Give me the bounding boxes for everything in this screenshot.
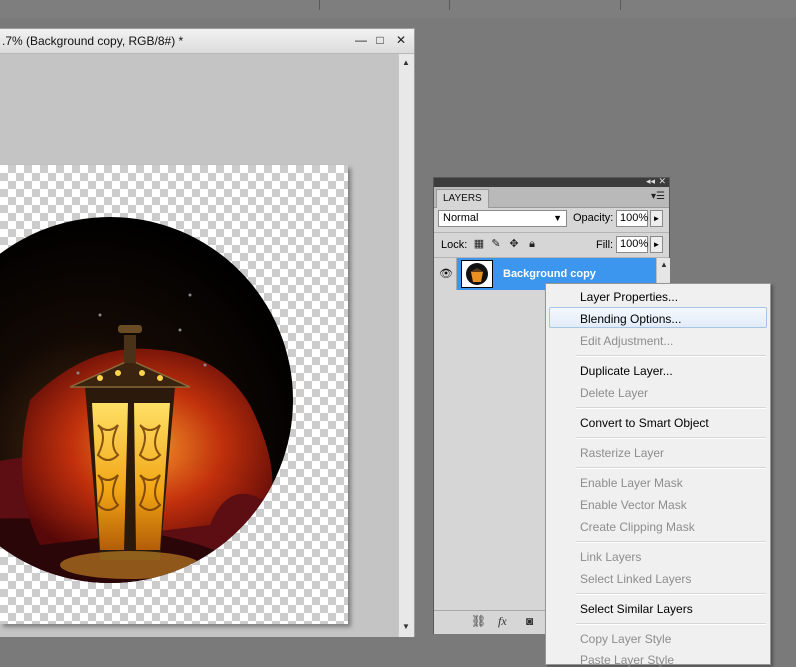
layer-mask-icon[interactable]: ◙	[526, 614, 533, 628]
blend-mode-value: Normal	[443, 212, 479, 224]
document-title-bar[interactable]: .7% (Background copy, RGB/8#) * — □ ✕	[0, 29, 414, 54]
lantern-image	[0, 217, 293, 583]
lock-row: Lock: ▦ ✎ ✥ 🔒︎ Fill: 100% ►	[434, 232, 669, 258]
close-icon[interactable]: ✕	[394, 33, 408, 47]
scroll-down-icon[interactable]: ▼	[402, 622, 410, 631]
lock-transparent-icon[interactable]: ▦	[473, 238, 485, 250]
menu-separator	[576, 541, 766, 543]
menu-item-edit-adjustment[interactable]: Edit Adjustment...	[580, 334, 673, 348]
opacity-slider-button[interactable]: ►	[650, 210, 663, 227]
scroll-up-icon[interactable]: ▲	[660, 260, 668, 269]
panel-header-strip[interactable]: ◂◂ ✕	[434, 176, 669, 187]
divider	[449, 0, 450, 10]
opacity-label: Opacity:	[573, 212, 614, 224]
lock-label: Lock:	[441, 239, 468, 251]
eye-icon: 👁︎	[439, 268, 453, 280]
menu-separator	[576, 593, 766, 595]
menu-item-create-clipping-mask[interactable]: Create Clipping Mask	[580, 520, 695, 534]
link-layers-icon[interactable]: ⛓︎	[471, 614, 486, 628]
menu-item-select-linked-layers[interactable]: Select Linked Layers	[580, 572, 691, 586]
collapse-icon[interactable]: ◂◂	[646, 176, 655, 187]
menu-item-enable-vector-mask[interactable]: Enable Vector Mask	[580, 498, 687, 512]
menu-separator	[576, 623, 766, 625]
menu-item-copy-layer-style[interactable]: Copy Layer Style	[580, 632, 671, 646]
fill-field[interactable]: 100%	[616, 236, 648, 253]
scroll-up-icon[interactable]: ▲	[402, 58, 410, 67]
menu-separator	[576, 437, 766, 439]
panel-menu-icon[interactable]: ▾☰	[651, 191, 665, 202]
menu-item-select-similar-layers[interactable]: Select Similar Layers	[580, 602, 693, 616]
menu-item-layer-properties[interactable]: Layer Properties...	[580, 290, 678, 304]
visibility-toggle[interactable]: 👁︎	[434, 258, 457, 290]
chevron-down-icon: ▼	[553, 213, 562, 223]
panel-close-icon[interactable]: ✕	[658, 176, 666, 187]
menu-item-enable-layer-mask[interactable]: Enable Layer Mask	[580, 476, 683, 490]
panel-tab-row: LAYERS ▾☰	[434, 187, 669, 208]
layer-thumbnail[interactable]	[461, 260, 493, 288]
divider	[620, 0, 621, 10]
menu-item-link-layers[interactable]: Link Layers	[580, 550, 641, 564]
fill-label: Fill:	[596, 239, 614, 251]
layer-name: Background copy	[503, 268, 596, 280]
workspace-top-bar	[0, 0, 796, 18]
layer-context-menu: Layer Properties... Blending Options... …	[545, 283, 771, 667]
thumbnail-image	[466, 263, 488, 285]
lock-position-icon[interactable]: ✥	[508, 238, 520, 250]
minimize-icon[interactable]: —	[354, 33, 368, 47]
menu-item-convert-smart-object[interactable]: Convert to Smart Object	[580, 416, 709, 430]
canvas-area[interactable]	[0, 54, 398, 637]
menu-item-delete-layer[interactable]: Delete Layer	[580, 386, 648, 400]
vertical-scrollbar[interactable]: ▲ ▼	[398, 54, 414, 637]
lock-image-icon[interactable]: ✎	[490, 238, 502, 250]
menu-item-rasterize-layer[interactable]: Rasterize Layer	[580, 446, 664, 460]
menu-separator	[576, 467, 766, 469]
lock-all-icon[interactable]: 🔒︎	[526, 238, 538, 250]
fill-value: 100%	[620, 238, 649, 250]
image-canvas[interactable]	[0, 165, 348, 624]
fill-slider-button[interactable]: ►	[650, 236, 663, 253]
fx-icon[interactable]: fx	[498, 614, 507, 629]
tab-layers[interactable]: LAYERS	[436, 189, 489, 208]
menu-separator	[576, 355, 766, 357]
menu-item-duplicate-layer[interactable]: Duplicate Layer...	[580, 364, 673, 378]
menu-separator	[576, 407, 766, 409]
opacity-field[interactable]: 100%	[616, 210, 648, 227]
blend-mode-select[interactable]: Normal ▼	[438, 210, 567, 227]
document-title: .7% (Background copy, RGB/8#) *	[2, 34, 184, 48]
opacity-value: 100%	[620, 212, 649, 224]
divider	[319, 0, 320, 10]
maximize-icon[interactable]: □	[373, 33, 387, 47]
menu-item-blending-options[interactable]: Blending Options...	[580, 312, 681, 326]
document-window: .7% (Background copy, RGB/8#) * — □ ✕ ▲ …	[0, 28, 415, 637]
